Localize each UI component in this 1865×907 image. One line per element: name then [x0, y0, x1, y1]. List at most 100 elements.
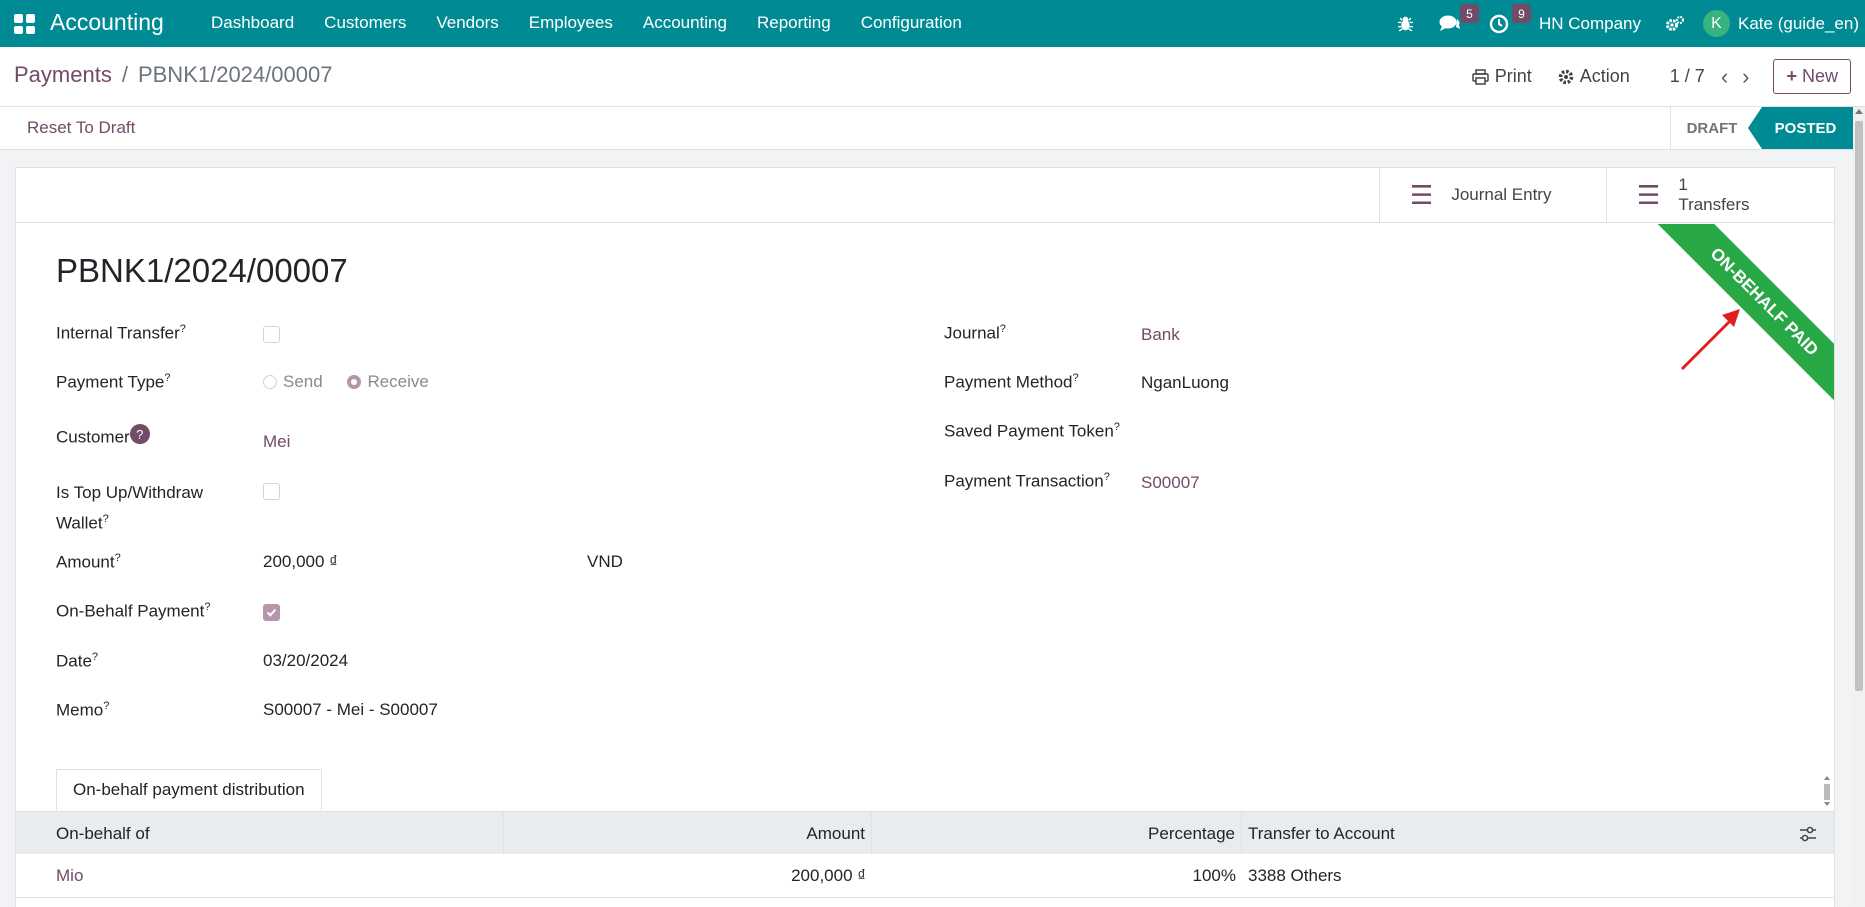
- control-panel: Payments / PBNK1/2024/00007 Print Action…: [0, 47, 1865, 107]
- apps-menu-icon[interactable]: [14, 14, 35, 34]
- menu-dashboard[interactable]: Dashboard: [196, 0, 309, 47]
- radio-receive[interactable]: [347, 375, 362, 389]
- radio-send[interactable]: [263, 375, 277, 389]
- customer-value[interactable]: Mei: [263, 432, 290, 452]
- scrollbar-thumb[interactable]: [1855, 121, 1863, 691]
- date-value[interactable]: 03/20/2024: [263, 651, 348, 671]
- page-scrollbar[interactable]: [1853, 107, 1865, 906]
- pager-next-icon[interactable]: ›: [1742, 64, 1749, 90]
- action-button[interactable]: Action: [1558, 66, 1630, 87]
- list-bars-icon: ☰: [1637, 179, 1661, 210]
- stage-draft[interactable]: DRAFT: [1670, 107, 1753, 149]
- on-behalf-payment-label: On-Behalf Payment?: [56, 601, 211, 621]
- help-tooltip-icon[interactable]: ?: [103, 700, 109, 712]
- menu-customers[interactable]: Customers: [309, 0, 421, 47]
- row-percentage: 100%: [1192, 866, 1236, 885]
- payment-method-value[interactable]: NganLuong: [1141, 373, 1229, 393]
- date-label: Date?: [56, 651, 99, 671]
- app-name[interactable]: Accounting: [50, 9, 164, 36]
- customer-label: Customer?: [56, 424, 150, 448]
- company-switcher[interactable]: HN Company: [1525, 0, 1655, 47]
- tab-on-behalf-distribution[interactable]: On-behalf payment distribution: [56, 769, 322, 811]
- print-button[interactable]: Print: [1471, 66, 1532, 87]
- help-tooltip-icon[interactable]: ?: [103, 513, 109, 525]
- table-row[interactable]: Mio 200,000 ₫ 100% 3388 Others: [16, 854, 1834, 898]
- help-tooltip-icon[interactable]: ?: [1073, 372, 1079, 384]
- amount-value[interactable]: 200,000 ₫: [263, 552, 338, 572]
- transfers-label: Transfers: [1678, 195, 1750, 214]
- help-tooltip-icon[interactable]: ?: [115, 552, 121, 564]
- settings-gears-icon[interactable]: [1655, 0, 1695, 47]
- optional-columns-sliders-icon[interactable]: [1788, 812, 1828, 855]
- journal-value[interactable]: Bank: [1141, 325, 1180, 345]
- journal-entry-label: Journal Entry: [1451, 185, 1552, 204]
- debug-bug-icon[interactable]: [1385, 0, 1427, 47]
- user-menu[interactable]: K Kate (guide_en): [1695, 0, 1865, 47]
- top-up-wallet-label: Is Top Up/Withdraw Wallet?: [56, 483, 204, 533]
- row-transfer-account: 3388 Others: [1248, 866, 1342, 885]
- scroll-up-arrow-icon[interactable]: [1855, 109, 1863, 114]
- control-actions: Print Action 1 / 7 ‹ › + New: [1471, 47, 1865, 106]
- main-menu: Dashboard Customers Vendors Employees Ac…: [196, 0, 977, 47]
- pager-value[interactable]: 1 / 7: [1670, 66, 1705, 87]
- transfers-count: 1: [1678, 175, 1688, 194]
- help-tooltip-icon[interactable]: ?: [1114, 421, 1120, 433]
- breadcrumb-current: PBNK1/2024/00007: [137, 62, 333, 87]
- column-transfer-to-account[interactable]: Transfer to Account: [1242, 812, 1788, 855]
- menu-configuration[interactable]: Configuration: [846, 0, 977, 47]
- on-behalf-payment-checkbox[interactable]: [263, 604, 280, 621]
- payment-transaction-label: Payment Transaction?: [944, 471, 1110, 491]
- gear-icon: [1558, 69, 1573, 84]
- list-bars-icon: ☰: [1410, 179, 1434, 210]
- column-on-behalf-of[interactable]: On-behalf of: [16, 812, 504, 855]
- journal-label: Journal?: [944, 323, 1006, 343]
- radio-send-label[interactable]: Send: [283, 372, 323, 391]
- avatar: K: [1703, 10, 1731, 37]
- messages-icon[interactable]: 5: [1427, 0, 1479, 47]
- currency-value[interactable]: VND: [587, 552, 623, 572]
- menu-accounting[interactable]: Accounting: [628, 0, 742, 47]
- breadcrumb-payments[interactable]: Payments: [14, 62, 112, 88]
- help-tooltip-icon[interactable]: ?: [1000, 323, 1006, 335]
- new-button[interactable]: + New: [1773, 59, 1851, 94]
- smart-button-box: ☰ Journal Entry ☰ 1 Transfers: [16, 168, 1834, 223]
- transfers-smart-button[interactable]: ☰ 1 Transfers: [1606, 168, 1834, 222]
- print-label: Print: [1494, 66, 1532, 86]
- help-tooltip-icon[interactable]: ?: [180, 323, 186, 335]
- help-tooltip-icon[interactable]: ?: [204, 601, 210, 613]
- menu-vendors[interactable]: Vendors: [421, 0, 513, 47]
- menu-employees[interactable]: Employees: [514, 0, 628, 47]
- user-name: Kate (guide_en): [1738, 13, 1859, 33]
- payment-type-radio-group: Send Receive: [263, 372, 449, 392]
- inner-scrollbar[interactable]: [1822, 774, 1832, 808]
- top-up-wallet-checkbox[interactable]: [263, 483, 280, 500]
- pager-previous-icon[interactable]: ‹: [1721, 64, 1728, 90]
- transfers-text: 1 Transfers: [1678, 175, 1749, 215]
- distribution-table-header: On-behalf of Amount Percentage Transfer …: [16, 811, 1834, 855]
- navbar-systray: 5 9 HN Company K Kate (guide_en): [1385, 0, 1865, 47]
- row-amount: 200,000 ₫: [791, 866, 866, 885]
- internal-transfer-label: Internal Transfer?: [56, 323, 186, 343]
- activities-clock-icon[interactable]: 9: [1473, 0, 1531, 47]
- help-tooltip-icon[interactable]: ?: [1104, 471, 1110, 483]
- radio-receive-label[interactable]: Receive: [367, 372, 428, 391]
- payment-transaction-value[interactable]: S00007: [1141, 473, 1200, 493]
- journal-entry-smart-button[interactable]: ☰ Journal Entry: [1379, 168, 1606, 222]
- help-tooltip-icon[interactable]: ?: [164, 372, 170, 384]
- saved-payment-token-label: Saved Payment Token?: [944, 421, 1120, 441]
- row-on-behalf-of[interactable]: Mio: [56, 854, 83, 897]
- help-circle-icon[interactable]: ?: [129, 424, 150, 444]
- action-label: Action: [1579, 66, 1630, 86]
- column-percentage[interactable]: Percentage: [872, 812, 1242, 855]
- menu-reporting[interactable]: Reporting: [742, 0, 846, 47]
- memo-label: Memo?: [56, 700, 110, 720]
- reset-to-draft-button[interactable]: Reset To Draft: [27, 118, 135, 138]
- memo-value[interactable]: S00007 - Mei - S00007: [263, 700, 438, 720]
- column-amount[interactable]: Amount: [504, 812, 872, 855]
- record-title: PBNK1/2024/00007: [56, 252, 348, 289]
- amount-label: Amount?: [56, 552, 121, 572]
- internal-transfer-checkbox[interactable]: [263, 326, 280, 343]
- stage-posted[interactable]: POSTED: [1748, 107, 1853, 149]
- annotation-arrow-icon: [1680, 309, 1740, 371]
- help-tooltip-icon[interactable]: ?: [92, 651, 98, 663]
